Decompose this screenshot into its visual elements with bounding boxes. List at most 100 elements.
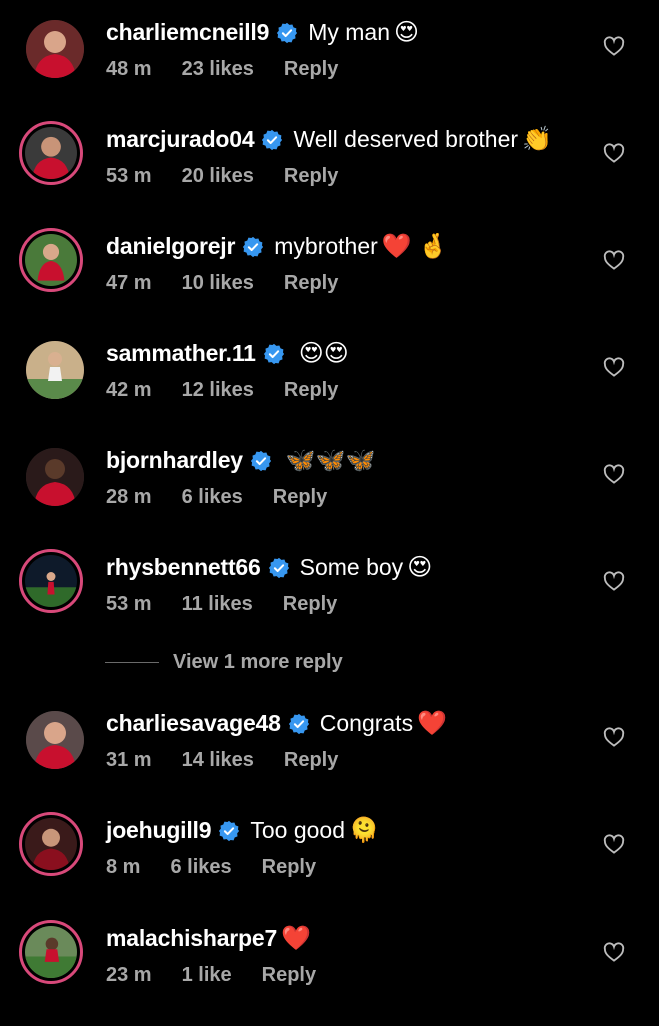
comment-meta: 23 m 1 like Reply (106, 964, 346, 987)
reply-button[interactable]: Reply (273, 486, 327, 508)
likes-count[interactable]: 6 likes (182, 486, 243, 508)
heart-icon[interactable] (603, 727, 625, 747)
comment-item: charliesavage48 Congrats ❤️ 31 m 14 likes… (0, 709, 659, 811)
likes-count[interactable]: 1 like (182, 964, 232, 986)
timestamp: 48 m (106, 58, 152, 80)
avatar[interactable] (19, 228, 83, 292)
comment-meta: 8 m 6 likes Reply (106, 856, 346, 879)
comment-item: charliemcneill9 My man 😍 48 m 23 likes Rep… (0, 18, 659, 120)
username[interactable]: sammather.11 (106, 340, 256, 367)
likes-count[interactable]: 12 likes (182, 379, 254, 401)
view-more-replies-label: View 1 more reply (173, 651, 343, 673)
username[interactable]: rhysbennett66 (106, 554, 261, 581)
username[interactable]: bjornhardley (106, 447, 243, 474)
timestamp: 47 m (106, 272, 152, 294)
heart-icon[interactable] (603, 36, 625, 56)
avatar[interactable] (26, 711, 84, 769)
avatar[interactable] (26, 341, 84, 399)
view-more-replies[interactable]: View 1 more reply (105, 651, 343, 674)
heart-icon[interactable] (603, 571, 625, 591)
timestamp: 53 m (106, 593, 152, 615)
comment-meta: 53 m 11 likes Reply (106, 593, 367, 616)
comment-meta: 48 m 23 likes Reply (106, 58, 368, 81)
avatar[interactable] (19, 549, 83, 613)
timestamp: 28 m (106, 486, 152, 508)
comment-emoji: ❤️ 🤞 (381, 233, 449, 260)
comment-emoji: 👏 (522, 126, 552, 153)
verified-badge-icon (263, 343, 285, 365)
comment-emoji: ❤️ (281, 925, 311, 952)
comment-line: bjornhardley 🦋🦋🦋 (106, 446, 376, 475)
divider (105, 662, 159, 663)
comment-meta: 31 m 14 likes Reply (106, 749, 368, 772)
comment-line: rhysbennett66 Some boy 😍 (106, 553, 432, 582)
username[interactable]: marcjurado04 (106, 126, 255, 153)
comment-item: malachisharpe7 ❤️ 23 m 1 like Reply (0, 920, 659, 1026)
username[interactable]: danielgorejr (106, 233, 235, 260)
verified-badge-icon (261, 129, 283, 151)
verified-badge-icon (218, 820, 240, 842)
comment-line: danielgorejr mybrother ❤️ 🤞 (106, 232, 448, 261)
timestamp: 31 m (106, 749, 152, 771)
heart-icon[interactable] (603, 942, 625, 962)
comment-text: Too good (250, 817, 345, 843)
comment-line: marcjurado04 Well deserved brother 👏 (106, 125, 552, 154)
heart-icon[interactable] (603, 250, 625, 270)
likes-count[interactable]: 11 likes (182, 593, 253, 615)
verified-badge-icon (288, 713, 310, 735)
heart-icon[interactable] (603, 143, 625, 163)
heart-icon[interactable] (603, 834, 625, 854)
comment-item: danielgorejr mybrother ❤️ 🤞 47 m 10 likes… (0, 228, 659, 334)
username[interactable]: malachisharpe7 (106, 925, 277, 952)
avatar[interactable] (19, 920, 83, 984)
comment-line: charliesavage48 Congrats ❤️ (106, 709, 447, 738)
comment-meta: 53 m 20 likes Reply (106, 165, 368, 188)
comment-item: bjornhardley 🦋🦋🦋 28 m 6 likes Reply (0, 446, 659, 548)
timestamp: 42 m (106, 379, 152, 401)
timestamp: 23 m (106, 964, 152, 986)
likes-count[interactable]: 6 likes (170, 856, 231, 878)
reply-button[interactable]: Reply (284, 58, 338, 80)
likes-count[interactable]: 23 likes (182, 58, 254, 80)
reply-button[interactable]: Reply (262, 964, 316, 986)
comment-text: mybrother (274, 233, 378, 259)
heart-icon[interactable] (603, 464, 625, 484)
comment-text: My man (308, 19, 390, 45)
reply-button[interactable]: Reply (262, 856, 316, 878)
reply-button[interactable]: Reply (283, 593, 337, 615)
verified-badge-icon (250, 450, 272, 472)
comment-item: rhysbennett66 Some boy 😍 53 m 11 likes Rep… (0, 549, 659, 655)
verified-badge-icon (276, 22, 298, 44)
timestamp: 53 m (106, 165, 152, 187)
avatar[interactable] (26, 448, 84, 506)
reply-button[interactable]: Reply (284, 272, 338, 294)
comment-item: joehugill9 Too good 🫠 8 m 6 likes Reply (0, 812, 659, 918)
comment-meta: 28 m 6 likes Reply (106, 486, 357, 509)
timestamp: 8 m (106, 856, 141, 878)
comment-line: joehugill9 Too good 🫠 (106, 816, 379, 845)
comment-emoji: 🦋🦋🦋 (285, 447, 376, 474)
likes-count[interactable]: 10 likes (182, 272, 254, 294)
verified-badge-icon (242, 236, 264, 258)
username[interactable]: charliemcneill9 (106, 19, 269, 46)
comment-text: Congrats (319, 710, 414, 736)
avatar[interactable] (19, 121, 83, 185)
comment-line: charliemcneill9 My man 😍 (106, 18, 419, 47)
comment-meta: 42 m 12 likes Reply (106, 379, 368, 402)
reply-button[interactable]: Reply (284, 749, 338, 771)
avatar[interactable] (26, 20, 84, 78)
comment-emoji: 😍😍 (298, 340, 349, 367)
comment-line: malachisharpe7 ❤️ (106, 924, 311, 953)
avatar[interactable] (19, 812, 83, 876)
comment-line: sammather.11 😍😍 (106, 339, 349, 368)
comment-emoji: ❤️ (417, 710, 447, 737)
heart-icon[interactable] (603, 357, 625, 377)
username[interactable]: charliesavage48 (106, 710, 281, 737)
username[interactable]: joehugill9 (106, 817, 212, 844)
likes-count[interactable]: 14 likes (182, 749, 254, 771)
reply-button[interactable]: Reply (284, 379, 338, 401)
comment-meta: 47 m 10 likes Reply (106, 272, 368, 295)
likes-count[interactable]: 20 likes (182, 165, 254, 187)
comment-emoji: 🫠 (348, 817, 379, 844)
reply-button[interactable]: Reply (284, 165, 338, 187)
